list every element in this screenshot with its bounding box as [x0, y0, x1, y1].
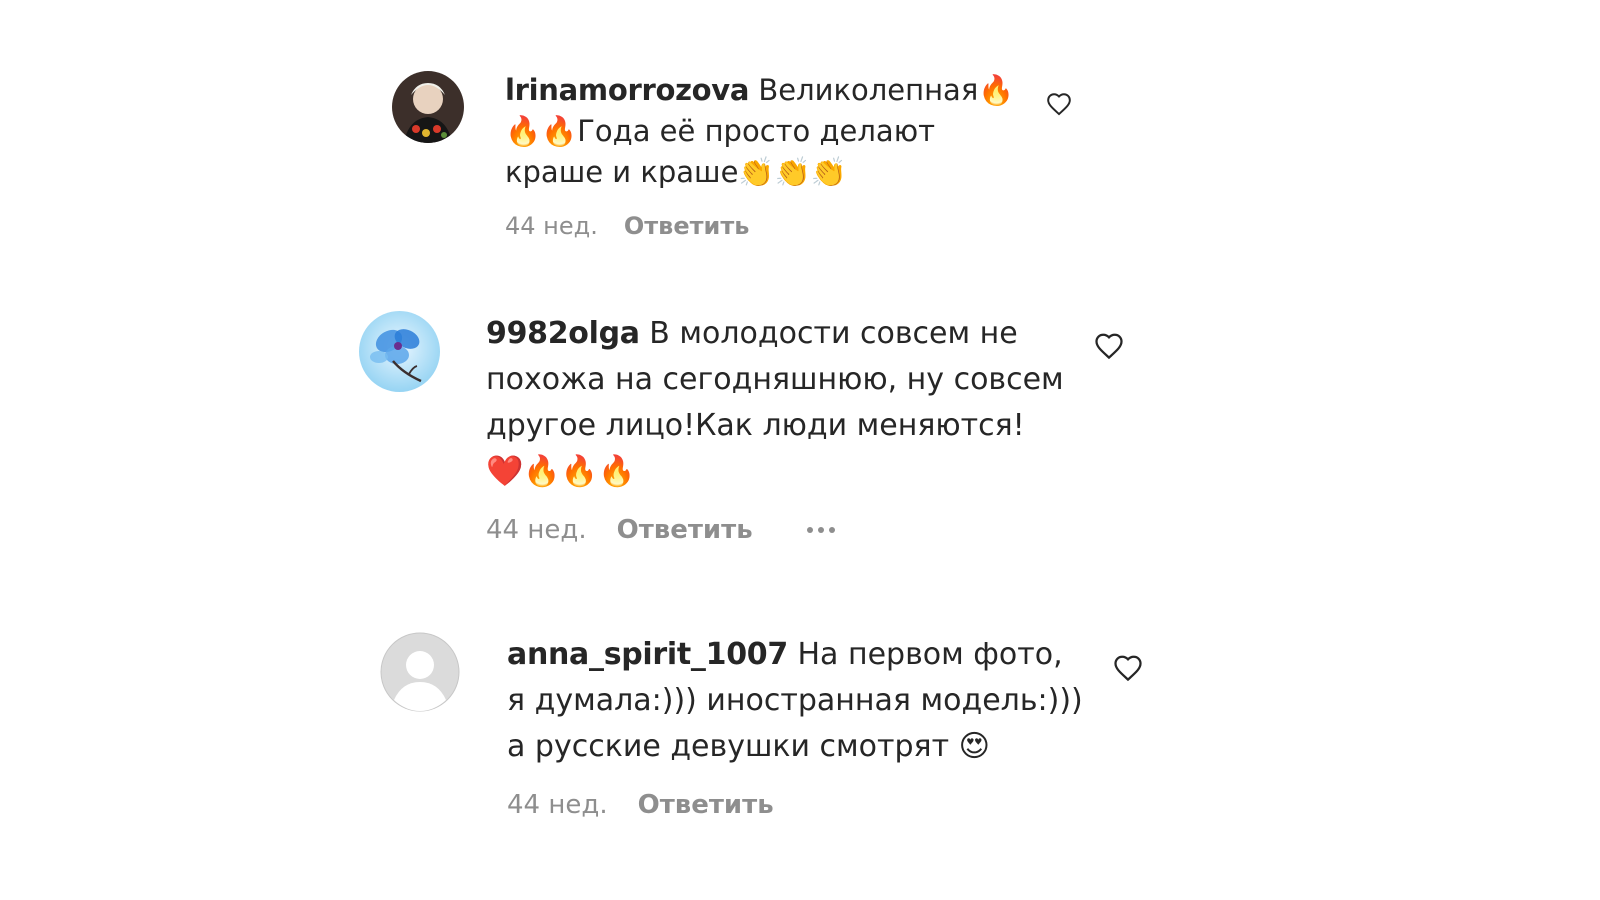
comment-body: lrinamorrozova Великолепная🔥🔥🔥Года её пр…	[505, 70, 1015, 193]
comment-text: lrinamorrozova Великолепная🔥🔥🔥Года её пр…	[505, 70, 1015, 193]
heart-outline-icon[interactable]	[1113, 654, 1143, 682]
comment-username[interactable]: lrinamorrozova	[505, 73, 749, 107]
comment-meta: 44 нед. Ответить	[486, 515, 835, 545]
user-photo-avatar[interactable]	[392, 71, 464, 143]
reply-button[interactable]: Ответить	[638, 790, 774, 820]
comment-text: anna_spirit_1007 На первом фото, я думал…	[507, 632, 1087, 770]
comment-text: 9982olga В молодости совсем не похожа на…	[486, 311, 1066, 495]
heart-outline-icon[interactable]	[1046, 92, 1072, 116]
comment-timestamp[interactable]: 44 нед.	[486, 515, 587, 545]
more-options-icon[interactable]	[806, 527, 835, 533]
comment-body: 9982olga В молодости совсем не похожа на…	[486, 311, 1066, 495]
comment-timestamp[interactable]: 44 нед.	[505, 212, 598, 240]
comment-meta: 44 нед. Ответить	[505, 212, 749, 240]
reply-button[interactable]: Ответить	[624, 212, 750, 240]
comment-body: anna_spirit_1007 На первом фото, я думал…	[507, 632, 1087, 770]
comment-meta: 44 нед. Ответить	[507, 790, 774, 820]
comment-username[interactable]: 9982olga	[486, 316, 640, 351]
default-user-avatar[interactable]	[380, 632, 460, 712]
heart-outline-icon[interactable]	[1094, 332, 1124, 360]
comment-timestamp[interactable]: 44 нед.	[507, 790, 608, 820]
comment-username[interactable]: anna_spirit_1007	[507, 637, 788, 672]
reply-button[interactable]: Ответить	[617, 515, 753, 545]
blue-flower-avatar[interactable]	[359, 311, 440, 392]
